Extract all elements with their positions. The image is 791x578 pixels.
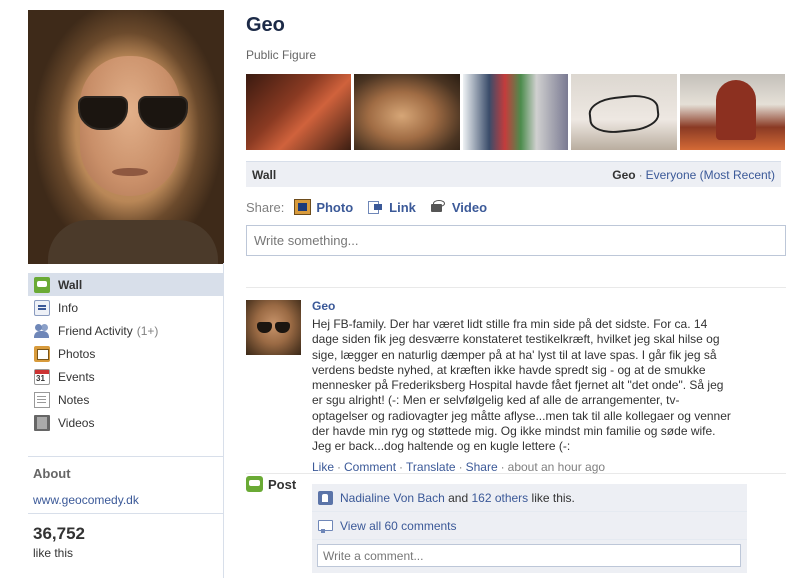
sidebar-item-label: Videos: [58, 415, 95, 430]
status-composer: [246, 225, 786, 256]
like-link[interactable]: Like: [312, 460, 334, 474]
sidebar-item-count: (1+): [136, 323, 159, 338]
wall-icon: [34, 276, 50, 293]
profile-picture[interactable]: [28, 10, 224, 264]
likes-count: 36,752: [33, 524, 85, 543]
sidebar-item-label: Wall: [58, 277, 83, 292]
sidebar-item-label: Info: [58, 300, 79, 315]
write-comment-input[interactable]: [317, 544, 741, 567]
sidebar-item-events[interactable]: Events: [28, 365, 223, 388]
post-timestamp[interactable]: about an hour ago: [508, 460, 605, 474]
write-something-input[interactable]: [247, 226, 785, 255]
notes-icon: [34, 391, 50, 408]
left-column: Wall Info Friend Activity (1+) Photos Ev…: [28, 10, 224, 578]
sidebar-nav: Wall Info Friend Activity (1+) Photos Ev…: [28, 273, 223, 434]
sidebar-item-wall[interactable]: Wall: [28, 273, 223, 296]
videos-icon: [34, 414, 50, 431]
view-all-comments-link[interactable]: View all 60 comments: [340, 519, 457, 533]
post-feedback: Nadialine Von Bach and 162 others like t…: [312, 484, 747, 573]
liker-name[interactable]: Nadialine Von Bach: [340, 491, 445, 505]
photo-thumbnail[interactable]: [246, 74, 352, 150]
share-link-button[interactable]: Link: [367, 199, 416, 215]
post-icon: [246, 476, 263, 492]
share-row: Share: Post Photo Link Video: [246, 196, 786, 492]
wall-title: Wall: [252, 167, 277, 182]
photo-thumbnail[interactable]: [679, 74, 786, 150]
photo-thumbnail[interactable]: [354, 74, 460, 150]
likes-row: Nadialine Von Bach and 162 others like t…: [312, 484, 747, 512]
likers-others-link[interactable]: 162 others: [471, 491, 528, 505]
sidebar-item-label: Friend Activity: [58, 323, 133, 338]
about-section: About www.geocomedy.dk: [28, 456, 223, 516]
sidebar-item-photos[interactable]: Photos: [28, 342, 223, 365]
share-link[interactable]: Share: [466, 460, 498, 474]
sidebar-item-label: Notes: [58, 392, 90, 407]
comment-box: [312, 540, 747, 573]
friends-icon: [34, 323, 50, 339]
website-link[interactable]: www.geocomedy.dk: [28, 487, 223, 516]
page-title[interactable]: Geo: [246, 14, 786, 37]
comment-link[interactable]: Comment: [344, 460, 396, 474]
link-icon: [367, 199, 384, 215]
post-actions: Like · Comment · Translate · Share · about an ho…: [312, 459, 606, 474]
main-column: Geo Public Figure Wall Geo · Everyone (Mos…: [246, 10, 786, 573]
info-icon: [34, 299, 50, 316]
sidebar-item-notes[interactable]: Notes: [28, 388, 223, 411]
post-avatar[interactable]: [246, 300, 301, 355]
wall-filter: Geo · Everyone (Most Recent): [612, 167, 775, 182]
post-author[interactable]: Geo: [312, 299, 752, 313]
sidebar-item-info[interactable]: Info: [28, 296, 223, 319]
post-body: Geo Hej FB-family. Der har været lidt st…: [312, 299, 752, 474]
sidebar-item-label: Events: [58, 369, 95, 384]
thumbs-up-icon: [318, 490, 333, 505]
page-category: Public Figure: [246, 48, 317, 62]
post-text: Hej FB-family. Der har været lidt stille…: [312, 317, 731, 454]
view-comments-row[interactable]: View all 60 comments: [312, 512, 747, 540]
photo-thumbnail[interactable]: [462, 74, 569, 150]
sidebar-item-videos[interactable]: Videos: [28, 411, 223, 434]
photo-thumbnail[interactable]: [571, 74, 677, 150]
video-icon: [430, 199, 447, 215]
column-divider: [223, 263, 224, 578]
photo-icon: [294, 199, 312, 215]
sidebar-item-label: Photos: [58, 346, 96, 361]
photo-strip: [246, 74, 786, 150]
share-photo-button[interactable]: Photo: [294, 199, 353, 215]
translate-link[interactable]: Translate: [406, 460, 456, 474]
wall-post: Geo Hej FB-family. Der har været lidt st…: [246, 287, 786, 573]
share-label: Share:: [246, 199, 285, 215]
likes-label: like this: [33, 546, 74, 560]
comments-icon: [318, 519, 333, 533]
likes-box: 36,752 like this: [28, 513, 223, 570]
wall-header: Wall Geo · Everyone (Most Recent): [246, 161, 781, 187]
wall-filter-owner[interactable]: Geo: [612, 168, 635, 182]
photos-icon: [34, 345, 50, 362]
about-title: About: [33, 466, 71, 481]
share-video-button[interactable]: Video: [430, 199, 487, 215]
events-icon: [34, 368, 50, 385]
sidebar-item-friend-activity[interactable]: Friend Activity (1+): [28, 319, 223, 342]
wall-filter-everyone[interactable]: Everyone (Most Recent): [646, 168, 775, 182]
